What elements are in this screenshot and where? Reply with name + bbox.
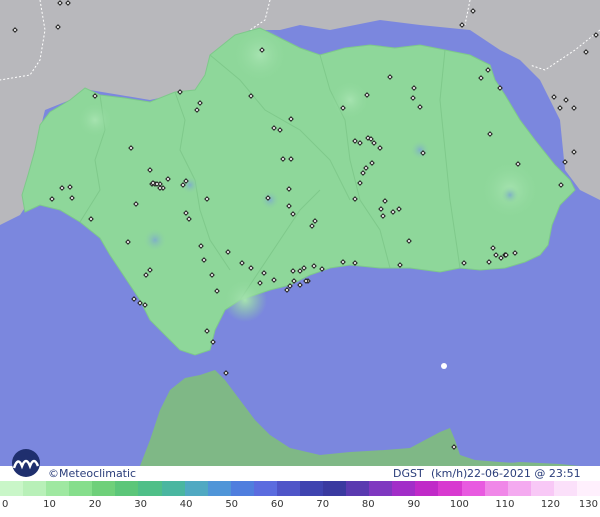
scale-swatch: [138, 481, 162, 496]
scale-swatch: [576, 481, 600, 496]
scale-swatch: [253, 481, 277, 496]
gust-zone: [330, 80, 370, 120]
scale-swatch: [553, 481, 577, 496]
scale-swatch: [92, 481, 116, 496]
wind-gust-map: [0, 0, 600, 517]
scale-swatch: [484, 481, 508, 496]
gust-zone: [77, 102, 113, 138]
scale-swatch: [115, 481, 139, 496]
calm-zone: [143, 228, 167, 252]
scale-tick-label: 110: [495, 499, 515, 510]
scale-swatch: [323, 481, 347, 496]
scale-swatch: [369, 481, 393, 496]
scale-swatch: [461, 481, 485, 496]
scale-tick-label: 130: [578, 499, 598, 510]
scale-swatch: [161, 481, 185, 496]
variable-label: DGST: [393, 467, 424, 480]
scale-tick-label: 40: [179, 499, 193, 510]
gust-zone: [232, 27, 288, 83]
calm-zone: [410, 140, 430, 160]
scale-swatch: [0, 481, 24, 496]
meteoclimatic-logo-icon: [12, 449, 40, 477]
scale-swatch: [276, 481, 301, 496]
scale-swatch: [207, 481, 231, 496]
scale-tick-label: 70: [316, 499, 330, 510]
scale-swatch: [69, 481, 93, 496]
info-bar: ©Meteoclimatic DGST (km/h) 22-06-2021 @ …: [0, 466, 600, 495]
scale-swatch: [415, 481, 439, 496]
scale-tick-label: 10: [43, 499, 56, 510]
scale-tick-label: 30: [134, 499, 147, 510]
color-scale-ticks: 0 10 20 30 40 50 60 70 80 90 100 110 120 130: [0, 499, 600, 513]
scale-tick-label: 60: [270, 499, 284, 510]
credit-label: ©Meteoclimatic: [48, 467, 137, 480]
scale-swatch: [346, 481, 370, 496]
scale-tick-label: 80: [361, 499, 375, 510]
scale-tick-label: 20: [88, 499, 102, 510]
scale-swatch: [23, 481, 47, 496]
scale-tick-label: 0: [2, 499, 9, 510]
scale-swatch: [46, 481, 70, 496]
scale-tick-label: 50: [225, 499, 239, 510]
scale-swatch: [438, 481, 462, 496]
calm-zone: [260, 190, 280, 210]
scale-tick-label: 100: [449, 499, 469, 510]
color-scale: [0, 481, 600, 496]
scale-swatch: [230, 481, 254, 496]
footer: ©Meteoclimatic DGST (km/h) 22-06-2021 @ …: [0, 466, 600, 517]
scale-swatch: [530, 481, 554, 496]
calm-zone: [501, 186, 519, 204]
scale-swatch: [300, 481, 324, 496]
scale-tick-label: 90: [407, 499, 421, 510]
scale-tick-label: 120: [540, 499, 560, 510]
scale-swatch: [184, 481, 208, 496]
scale-swatch: [507, 481, 531, 496]
alboran-station: [441, 363, 447, 369]
scale-swatch: [392, 481, 416, 496]
units-label: (km/h): [431, 467, 468, 480]
